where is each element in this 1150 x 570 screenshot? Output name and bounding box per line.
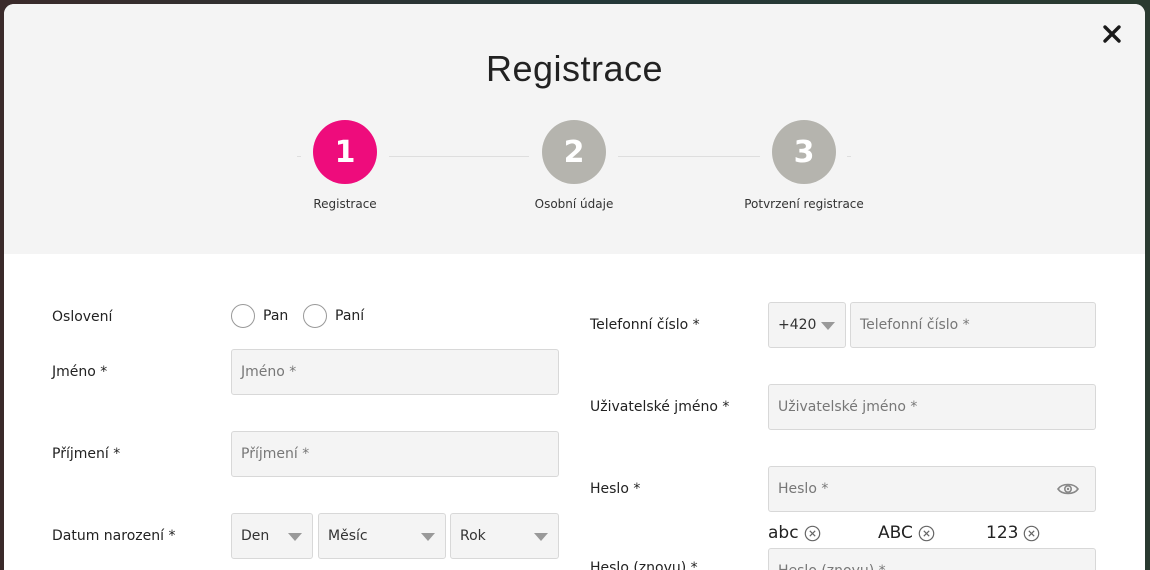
password-rule-digits: 123 xyxy=(986,523,1040,543)
birth-year-select[interactable]: Rok xyxy=(450,513,559,559)
salutation-option-label: Paní xyxy=(335,308,365,324)
close-circle-icon xyxy=(1024,525,1040,541)
chevron-down-icon xyxy=(288,533,302,541)
salutation-radio-pani[interactable] xyxy=(303,304,327,328)
eye-icon[interactable] xyxy=(1057,481,1079,497)
last-name-label: Příjmení * xyxy=(52,446,121,462)
password-repeat-label: Heslo (znovu) * xyxy=(590,560,698,570)
step-label: Registrace xyxy=(313,197,377,211)
last-name-input[interactable]: Příjmení * xyxy=(231,431,559,477)
birth-day-select[interactable]: Den xyxy=(231,513,313,559)
close-circle-icon xyxy=(918,525,935,541)
step-1: 1 Registrace xyxy=(245,120,445,211)
phone-prefix-select[interactable]: +420 xyxy=(768,302,846,348)
step-number-circle: 1 xyxy=(313,120,377,184)
close-circle-icon xyxy=(804,525,820,541)
first-name-label: Jméno * xyxy=(52,364,108,380)
birth-month-value: Měsíc xyxy=(328,528,368,544)
phone-input[interactable]: Telefonní číslo * xyxy=(850,302,1096,348)
chevron-down-icon xyxy=(534,533,548,541)
registration-modal: Registrace 1 Registrace 2 Osobní údaje 3… xyxy=(4,4,1145,570)
step-label: Potvrzení registrace xyxy=(744,197,864,211)
modal-header: Registrace 1 Registrace 2 Osobní údaje 3… xyxy=(4,4,1145,254)
phone-label: Telefonní číslo * xyxy=(590,317,700,333)
birth-day-value: Den xyxy=(241,528,270,544)
phone-prefix-value: +420 xyxy=(778,317,817,333)
password-rule-lowercase: abc xyxy=(768,523,821,543)
close-button[interactable] xyxy=(1100,22,1124,46)
chevron-down-icon xyxy=(821,322,835,330)
close-icon xyxy=(1103,25,1121,43)
first-name-input[interactable]: Jméno * xyxy=(231,349,559,395)
password-repeat-input[interactable]: Heslo (znovu) * xyxy=(768,548,1096,570)
step-number-circle: 2 xyxy=(542,120,606,184)
chevron-down-icon xyxy=(421,533,435,541)
salutation-radio-pan[interactable] xyxy=(231,304,255,328)
username-label: Uživatelské jméno * xyxy=(590,399,730,415)
password-placeholder: Heslo * xyxy=(778,481,829,497)
salutation-label: Oslovení xyxy=(52,309,113,325)
salutation-option-label: Pan xyxy=(263,308,289,324)
page-title: Registrace xyxy=(485,48,664,89)
username-input[interactable]: Uživatelské jméno * xyxy=(768,384,1096,430)
birth-month-select[interactable]: Měsíc xyxy=(318,513,446,559)
birth-year-value: Rok xyxy=(460,528,486,544)
password-rule-uppercase: ABC xyxy=(878,523,935,543)
step-label: Osobní údaje xyxy=(534,197,614,211)
step-3: 3 Potvrzení registrace xyxy=(704,120,904,211)
password-input[interactable]: Heslo * xyxy=(768,466,1096,512)
step-2: 2 Osobní údaje xyxy=(474,120,674,211)
step-number-circle: 3 xyxy=(772,120,836,184)
password-label: Heslo * xyxy=(590,481,641,497)
birth-date-label: Datum narození * xyxy=(52,528,176,544)
